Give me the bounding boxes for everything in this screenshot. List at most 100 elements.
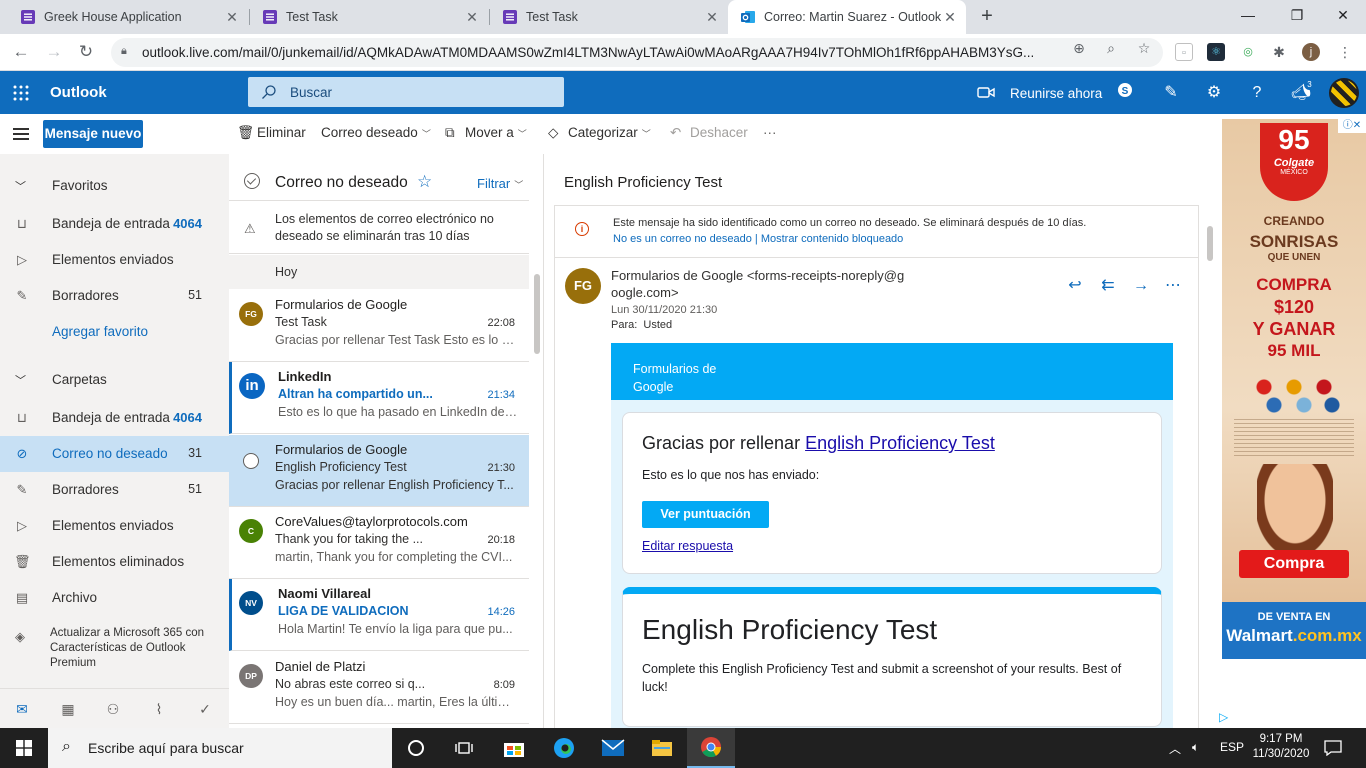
favorite-star-icon[interactable]: ☆ (417, 172, 432, 192)
reply-icon[interactable]: ↩ (1065, 276, 1085, 296)
calendar-icon[interactable]: ▦ (59, 700, 77, 718)
close-tab-icon[interactable]: ✕ (224, 9, 240, 25)
back-arrow-icon[interactable]: ← (9, 40, 33, 64)
new-message-button[interactable]: Mensaje nuevo (43, 120, 143, 148)
upgrade-premium-link[interactable]: ◈ Actualizar a Microsoft 365 con Caracte… (0, 618, 229, 678)
attachment-icon[interactable]: ⌇ (150, 700, 168, 718)
video-camera-icon[interactable] (977, 86, 995, 99)
address-bar[interactable]: 🔒︎ outlook.live.com/mail/0/junkemail/id/… (111, 38, 1163, 67)
folder-item-junk[interactable]: ⊘ Correo no deseado 31 (0, 436, 229, 472)
show-blocked-content-link[interactable]: Mostrar contenido bloqueado (761, 233, 903, 245)
react-devtools-icon[interactable]: ⚛ (1207, 43, 1225, 61)
extension-reader-icon[interactable]: ▫ (1175, 43, 1193, 61)
close-tab-icon[interactable]: ✕ (942, 9, 958, 25)
close-tab-icon[interactable]: ✕ (464, 9, 480, 25)
folder-item-inbox[interactable]: ⊔ Bandeja de entrada 4064 (0, 400, 229, 436)
zoom-icon[interactable]: ⌕ (1103, 40, 1119, 56)
more-commands-button[interactable]: ··· (763, 125, 777, 140)
start-button[interactable] (0, 728, 48, 768)
account-avatar[interactable] (1329, 78, 1359, 108)
ad-close-icon[interactable]: ⓘ✕ (1338, 119, 1366, 133)
input-language[interactable]: ESP (1220, 740, 1244, 754)
form-title-link[interactable]: English Proficiency Test (805, 433, 995, 453)
delete-button[interactable]: 🗑︎ Eliminar (237, 125, 306, 141)
profile-avatar[interactable]: j (1302, 43, 1320, 61)
add-favorite-link[interactable]: Agregar favorito (0, 314, 229, 350)
browser-tab-greek-house[interactable]: Greek House Application ✕ (8, 0, 248, 34)
fav-item-sent[interactable]: ▷ Elementos enviados (0, 242, 229, 278)
select-all-checkbox[interactable] (244, 173, 260, 189)
forward-arrow-icon[interactable]: → (42, 40, 66, 64)
browser-tab-test-task-1[interactable]: Test Task ✕ (250, 0, 488, 34)
reply-all-icon[interactable]: ⇇ (1098, 276, 1118, 296)
notifications-icon[interactable] (1324, 740, 1342, 756)
app-launcher-icon[interactable] (13, 85, 29, 101)
categorize-button[interactable]: ◇ Categorizar ﹀ (548, 125, 651, 141)
adchoices-icon[interactable]: ▷ (1219, 710, 1228, 724)
select-message-radio[interactable] (243, 453, 259, 469)
extensions-puzzle-icon[interactable]: ✱ (1270, 43, 1288, 61)
close-window-button[interactable]: ✕ (1330, 3, 1356, 27)
message-row[interactable]: C CoreValues@taylorprotocols.com Thank y… (229, 507, 529, 579)
folder-item-sent[interactable]: ▷ Elementos enviados (0, 508, 229, 544)
browser-tab-test-task-2[interactable]: Test Task ✕ (490, 0, 728, 34)
advertisement-banner[interactable]: 95 Colgate MÉXICO CREANDO SONRISAS QUE U… (1222, 119, 1366, 659)
ad-buy-button[interactable]: Compra (1239, 550, 1349, 578)
edit-response-link[interactable]: Editar respuesta (642, 539, 733, 553)
not-junk-link[interactable]: No es un correo no deseado (613, 233, 752, 245)
task-view-icon[interactable] (440, 728, 488, 768)
fav-item-drafts[interactable]: ✎ Borradores 51 (0, 278, 229, 314)
outlook-brand[interactable]: Outlook (50, 84, 107, 101)
message-row[interactable]: in LinkedIn Altran ha compartido un... 2… (229, 362, 529, 434)
settings-gear-icon[interactable]: ⚙ (1203, 82, 1225, 104)
bookmark-star-icon[interactable]: ☆ (1136, 40, 1152, 56)
view-score-button[interactable]: Ver puntuación (642, 501, 769, 528)
new-tab-button[interactable]: + (977, 5, 997, 29)
message-row[interactable]: DP Daniel de Platzi No abras este correo… (229, 652, 529, 724)
minimize-window-button[interactable]: — (1235, 3, 1261, 27)
taskbar-search[interactable]: ⌕ Escribe aquí para buscar (48, 728, 392, 768)
volume-icon[interactable]: 🔈︎ (1192, 740, 1199, 755)
reading-pane-scrollbar[interactable] (1207, 226, 1213, 261)
browser-tab-outlook[interactable]: Correo: Martin Suarez - Outlook ✕ (728, 0, 966, 34)
mail-icon[interactable]: ✉ (13, 700, 31, 718)
maximize-window-button[interactable]: ❐ (1284, 3, 1310, 27)
my-day-icon[interactable]: ✎ (1160, 82, 1182, 104)
chrome-icon[interactable] (687, 728, 735, 768)
system-clock[interactable]: 9:17 PM 11/30/2020 (1251, 732, 1311, 762)
move-to-button[interactable]: ⧉ Mover a ﹀ (445, 125, 527, 141)
folder-item-archive[interactable]: ▤ Archivo (0, 580, 229, 616)
favorites-header[interactable]: ﹀ Favoritos (0, 168, 229, 204)
help-icon[interactable]: ? (1246, 82, 1268, 104)
reload-icon[interactable]: ↻ (74, 40, 98, 64)
message-row[interactable]: NV Naomi Villareal LIGA DE VALIDACION 14… (229, 579, 529, 651)
folders-header[interactable]: ﹀ Carpetas (0, 362, 229, 398)
url-text[interactable]: outlook.live.com/mail/0/junkemail/id/AQM… (142, 45, 1034, 60)
forward-icon[interactable]: → (1131, 276, 1151, 296)
hamburger-menu-icon[interactable] (13, 128, 29, 140)
sender-address[interactable]: Formularios de Google <forms-receipts-no… (611, 267, 911, 301)
skype-icon[interactable]: S (1117, 82, 1139, 104)
show-hidden-icons-chevron-icon[interactable]: ︿ (1169, 740, 1181, 757)
edge-icon[interactable] (540, 728, 588, 768)
store-icon[interactable] (490, 728, 538, 768)
mail-app-icon[interactable] (589, 728, 637, 768)
close-tab-icon[interactable]: ✕ (704, 9, 720, 25)
filter-dropdown[interactable]: Filtrar ﹀ (477, 176, 523, 191)
message-row[interactable]: FG Formularios de Google Test Task 22:08… (229, 290, 529, 362)
people-icon[interactable]: ⚇ (104, 700, 122, 718)
search-box[interactable]: Buscar (248, 77, 564, 107)
add-page-icon[interactable]: ⊕ (1071, 40, 1087, 56)
cortana-icon[interactable] (392, 728, 440, 768)
todo-check-icon[interactable]: ✓ (196, 700, 214, 718)
message-row-selected[interactable]: Formularios de Google English Proficienc… (229, 435, 529, 507)
meet-now-button[interactable]: Reunirse ahora (1010, 86, 1102, 101)
more-actions-icon[interactable]: ⋯ (1163, 276, 1183, 296)
junk-dropdown-button[interactable]: Correo deseado ﹀ (321, 125, 431, 140)
fav-item-inbox[interactable]: ⊔ Bandeja de entrada 4064 (0, 206, 229, 242)
message-list-scrollbar[interactable] (534, 274, 540, 354)
file-explorer-icon[interactable] (638, 728, 686, 768)
undo-button[interactable]: ↶ Deshacer (670, 125, 748, 141)
extension-circle-icon[interactable]: ◎ (1239, 43, 1257, 61)
folder-item-drafts[interactable]: ✎ Borradores 51 (0, 472, 229, 508)
